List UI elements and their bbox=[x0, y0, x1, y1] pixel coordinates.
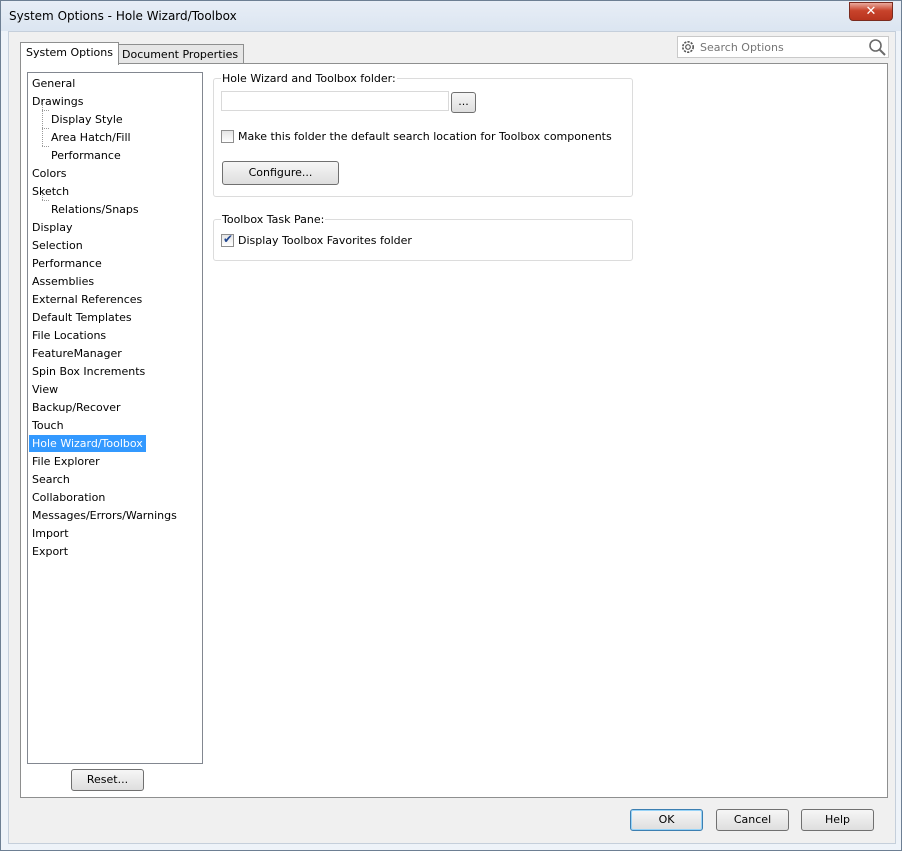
tree-item-messages-errors-warnings[interactable]: Messages/Errors/Warnings bbox=[29, 507, 180, 524]
default-search-location-label[interactable]: Make this folder the default search loca… bbox=[238, 130, 612, 143]
cancel-button[interactable]: Cancel bbox=[716, 809, 789, 831]
search-icon[interactable] bbox=[868, 38, 887, 57]
close-button[interactable]: ✕ bbox=[849, 2, 893, 21]
tree-item-assemblies[interactable]: Assemblies bbox=[29, 273, 97, 290]
display-favorites-checkbox[interactable]: ✔ bbox=[221, 232, 234, 247]
tree-item-general[interactable]: General bbox=[29, 75, 78, 92]
toolbox-task-pane-group-title: Toolbox Task Pane: bbox=[221, 213, 326, 226]
tree-item-display-style[interactable]: Display Style bbox=[48, 111, 126, 128]
tree-item-selection[interactable]: Selection bbox=[29, 237, 86, 254]
close-icon: ✕ bbox=[865, 4, 877, 19]
tree-item-external-references[interactable]: External References bbox=[29, 291, 145, 308]
default-search-location-checkbox[interactable] bbox=[221, 130, 234, 143]
tree-item-default-templates[interactable]: Default Templates bbox=[29, 309, 135, 326]
tree-item-collaboration[interactable]: Collaboration bbox=[29, 489, 108, 506]
dialog-client-area: System Options Document Properties Searc… bbox=[8, 31, 896, 844]
tree-item-drawings-performance[interactable]: Performance bbox=[48, 147, 124, 164]
tree-item-drawings[interactable]: Drawings bbox=[29, 93, 86, 110]
tab-document-properties[interactable]: Document Properties bbox=[116, 44, 245, 65]
toolbox-folder-path-field[interactable] bbox=[221, 91, 449, 111]
options-tree[interactable]: General Drawings Display Style Area Hatc… bbox=[27, 72, 203, 764]
search-options-field[interactable] bbox=[677, 36, 889, 58]
tab-system-options[interactable]: System Options bbox=[20, 42, 119, 65]
tree-item-file-locations[interactable]: File Locations bbox=[29, 327, 109, 344]
tree-item-view[interactable]: View bbox=[29, 381, 61, 398]
title-bar[interactable]: System Options - Hole Wizard/Toolbox ✕ bbox=[1, 1, 901, 31]
ok-button[interactable]: OK bbox=[630, 809, 703, 831]
tree-item-colors[interactable]: Colors bbox=[29, 165, 69, 182]
tree-item-search[interactable]: Search bbox=[29, 471, 73, 488]
tree-item-featuremanager[interactable]: FeatureManager bbox=[29, 345, 125, 362]
tree-item-export[interactable]: Export bbox=[29, 543, 71, 560]
tree-item-backup-recover[interactable]: Backup/Recover bbox=[29, 399, 124, 416]
tab-document-properties-label: Document Properties bbox=[122, 48, 239, 61]
configure-button[interactable]: Configure... bbox=[222, 161, 339, 185]
tree-item-area-hatch-fill[interactable]: Area Hatch/Fill bbox=[48, 129, 134, 146]
display-favorites-label[interactable]: Display Toolbox Favorites folder bbox=[238, 234, 412, 247]
tree-item-relations-snaps[interactable]: Relations/Snaps bbox=[48, 201, 142, 218]
check-mark-icon: ✔ bbox=[223, 232, 234, 246]
tree-item-import[interactable]: Import bbox=[29, 525, 72, 542]
gear-icon[interactable] bbox=[680, 39, 696, 55]
help-button[interactable]: Help bbox=[801, 809, 874, 831]
tree-item-touch[interactable]: Touch bbox=[29, 417, 67, 434]
tree-item-display[interactable]: Display bbox=[29, 219, 76, 236]
tree-item-sketch[interactable]: Sketch bbox=[29, 183, 72, 200]
system-options-panel: General Drawings Display Style Area Hatc… bbox=[20, 63, 888, 798]
reset-button[interactable]: Reset... bbox=[71, 769, 144, 791]
browse-folder-button[interactable]: ... bbox=[451, 92, 476, 113]
system-options-dialog: System Options - Hole Wizard/Toolbox ✕ S… bbox=[0, 0, 902, 851]
tree-item-performance[interactable]: Performance bbox=[29, 255, 105, 272]
tree-item-spin-box-increments[interactable]: Spin Box Increments bbox=[29, 363, 148, 380]
tree-item-hole-wizard-toolbox[interactable]: Hole Wizard/Toolbox bbox=[29, 435, 146, 452]
window-title: System Options - Hole Wizard/Toolbox bbox=[9, 9, 237, 23]
tree-item-file-explorer[interactable]: File Explorer bbox=[29, 453, 103, 470]
search-input[interactable] bbox=[698, 38, 864, 56]
hole-wizard-folder-group-title: Hole Wizard and Toolbox folder: bbox=[221, 72, 397, 85]
tab-system-options-label: System Options bbox=[26, 46, 113, 59]
